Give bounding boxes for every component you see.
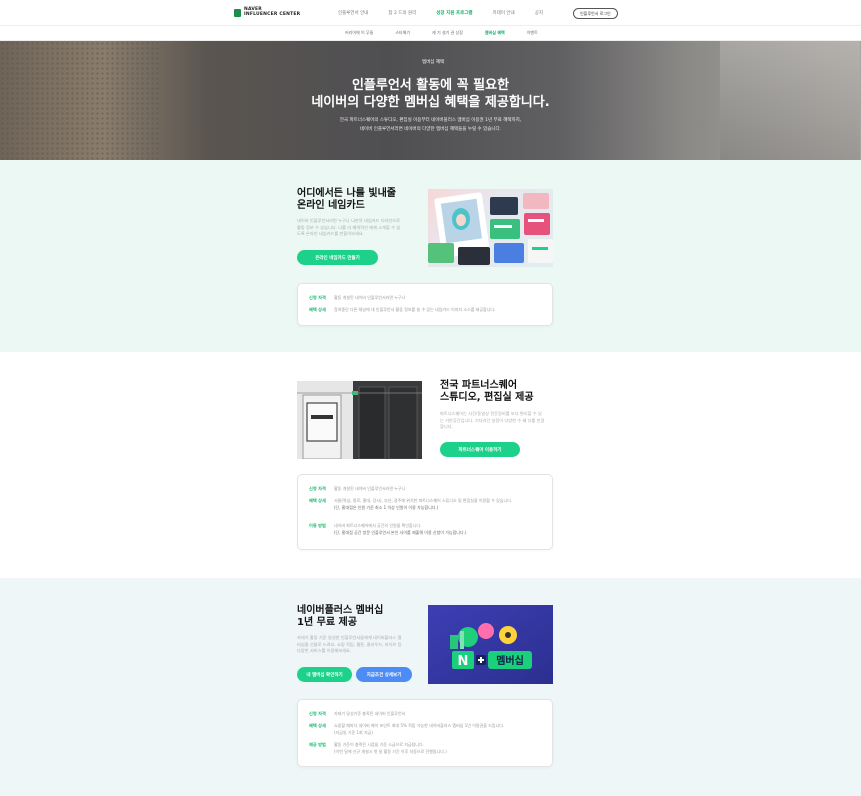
section-description: 카테기 활동 기준 달성한 인플루언서들에게 네이버플러스 멤버십을 선물로 드… [297, 635, 402, 653]
info-value: 서울(역삼, 종로, 홍대, 강서), 부산, 광주에 위치한 파트너스퀘어 스… [334, 498, 539, 511]
name-card-illustration [428, 192, 553, 265]
logo-line-2: INFLUENCER CENTER [244, 11, 301, 17]
membership-banner-text: 멤버십 [496, 654, 524, 667]
membership-banner: N 멤버십 [428, 605, 553, 684]
info-value: 네이버 파트너스퀘어에서 공간의 인원을 확인합니다. (단, 홍대점 공간 방… [334, 523, 539, 536]
menu-item-guide[interactable]: 인플루언서 안내 [338, 10, 368, 16]
info-label: 신청 자격 [309, 295, 326, 300]
create-name-card-button[interactable]: 온라인 네임카드 만들기 [297, 250, 378, 265]
info-row: 신청 자격 카테기 달성기준 충족된 네이버 인플루언서 [309, 711, 539, 718]
section-title: 네이버플러스 멤버십 1년 무료 제공 [297, 605, 383, 629]
hero-banner: 멤버십 혜택 인플루언서 활동에 꼭 필요한 네이버의 다양한 멤버십 혜택을 … [0, 41, 861, 160]
section-title-line-2: 온라인 네임카드 [297, 200, 365, 211]
menu-item-principle[interactable]: 참 2 드의 원리 [388, 10, 416, 16]
subnav-item-event[interactable]: 이벤트 [527, 30, 538, 36]
studio-door-illustration [297, 381, 422, 459]
info-row: 혜택 상세 쇼핑할 때마다 네이버 페이 포인트 최대 5% 적립 가능한 네이… [309, 723, 539, 736]
naver-logo-icon [234, 8, 241, 17]
partner-square-info-box: 신청 자격 활동 개설된 네이버 인플루언서라면 누구나 혜택 상세 서울(역삼… [297, 474, 553, 550]
section-name-card: 어디에서든 나를 빛내줄 온라인 네임카드 네이버 인플루언서라면 누구나 나만… [0, 160, 861, 352]
menu-item-academy[interactable]: 카데미 안내 [493, 10, 515, 16]
info-value-note: (지급일 기준 1회 지급) [334, 729, 373, 735]
info-row: 제공 방법 활동 기준이 충족된 시점을 기준 소급으로 지급됩니다. (이번 … [309, 742, 539, 755]
info-value-main: 서울(역삼, 종로, 홍대, 강서), 부산, 광주에 위치한 파트너스퀘어 스… [334, 498, 513, 503]
info-value-main: 네이버 파트너스퀘어에서 공간의 인원을 확인합니다. [334, 523, 422, 528]
check-membership-button[interactable]: 내 멤버십 확인하기 [297, 667, 352, 682]
info-row: 혜택 상세 참여중인 다른 채널에 내 인플루언서 활동 정보를 쓸 수 있는 … [309, 307, 539, 314]
info-label: 혜택 상세 [309, 307, 326, 312]
hero-title: 인플루언서 활동에 꼭 필요한 네이버의 다양한 멤버십 혜택을 제공합니다. [0, 77, 861, 111]
info-value: 참여중인 다른 채널에 내 인플루언서 활동 정보를 쓸 수 있는 네임카드 이… [334, 307, 496, 312]
info-value: 활동 개설된 네이버 인플루언서라면 누구나 [334, 295, 406, 300]
sub-navigation: 커리어에 이 무들 스타해기 캐 기 설기 권 상장 멤버십 혜택 이벤트 [0, 26, 861, 41]
studio-photo [297, 381, 422, 459]
section-title-line-1: 네이버플러스 멤버십 [297, 605, 384, 616]
info-row: 신청 자격 활동 개설된 네이버 인플루언서라면 누구나 [309, 486, 539, 493]
info-value-main: 활동 기준이 충족된 시점을 기준 소급으로 지급됩니다. [334, 742, 424, 747]
payment-conditions-button[interactable]: 지급조건 상세보기 [356, 667, 412, 682]
hero-desc-line-1: 전국 파트너스퀘어의 스튜디오, 편집실 이용부터 네이버플러스 멤버십 이용권… [339, 118, 522, 123]
info-label: 신청 자격 [309, 711, 326, 716]
info-label: 혜택 상세 [309, 498, 326, 503]
info-value: 활동 개설된 네이버 인플루언서라면 누구나 [334, 486, 406, 491]
section-title-line-1: 어디에서든 나를 빛내줄 [297, 188, 396, 199]
info-value: 활동 기준이 충족된 시점을 기준 소급으로 지급됩니다. (이번 달에 신규 … [334, 742, 539, 755]
login-button[interactable]: 인플루언서 로그인 [573, 8, 618, 19]
hero-desc-line-2: 네이버 인플루언서라면 네이버의 다양한 멤버십 혜택들을 누릴 수 있습니다. [359, 127, 502, 132]
section-title-line-2: 스튜디오, 편집실 제공 [440, 392, 534, 403]
section-description: 파트너스퀘어는 사진/동영상 전문장비를 보다 편리할 수 있는 기반공간입니다… [440, 411, 545, 429]
naver-plus-info-box: 신청 자격 카테기 달성기준 충족된 네이버 인플루언서 혜택 상세 쇼핑할 때… [297, 699, 553, 767]
info-value: 카테기 달성기준 충족된 네이버 인플루언서 [334, 711, 406, 716]
info-row: 혜택 상세 서울(역삼, 종로, 홍대, 강서), 부산, 광주에 위치한 파트… [309, 498, 539, 511]
info-value-note: (이번 달에 신규 개설시 첫 달 활동 기간 이후 자동으로 진행됩니다.) [334, 748, 447, 754]
info-value-note: (단, 홍대점 공간 방문 인플루언서 본인 사이를 제출해 이용 신청이 가능… [334, 529, 467, 535]
info-value: 쇼핑할 때마다 네이버 페이 포인트 최대 5% 적립 가능한 네이버플러스 멤… [334, 723, 539, 736]
name-card-image [428, 189, 553, 267]
info-row: 이용 방법 네이버 파트너스퀘어에서 공간의 인원을 확인합니다. (단, 홍대… [309, 523, 539, 536]
subnav-item-3[interactable]: 캐 기 설기 권 상장 [432, 30, 463, 36]
hero-description: 전국 파트너스퀘어의 스튜디오, 편집실 이용부터 네이버플러스 멤버십 이용권… [0, 116, 861, 134]
section-title: 어디에서든 나를 빛내줄 온라인 네임카드 [297, 188, 396, 212]
info-label: 이용 방법 [309, 523, 326, 528]
name-card-info-box: 신청 자격 활동 개설된 네이버 인플루언서라면 누구나 혜택 상세 참여중인 … [297, 283, 553, 326]
hero-title-line-1: 인플루언서 활동에 꼭 필요한 [351, 78, 510, 93]
use-partner-square-button[interactable]: 파트너스퀘어 이용하기 [440, 442, 520, 457]
hero-badge: 멤버십 혜택 [422, 60, 445, 65]
menu-item-notice[interactable]: 공지 [535, 10, 543, 16]
info-label: 제공 방법 [309, 742, 326, 747]
info-value-main: 쇼핑할 때마다 네이버 페이 포인트 최대 5% 적립 가능한 네이버플러스 멤… [334, 723, 505, 728]
hero-title-line-2: 네이버의 다양한 멤버십 혜택을 제공합니다. [311, 95, 550, 110]
info-label: 혜택 상세 [309, 723, 326, 728]
section-title-line-1: 전국 파트너스퀘어 [440, 380, 518, 391]
svg-text:N: N [458, 654, 469, 669]
info-row: 신청 자격 활동 개설된 네이버 인플루언서라면 누구나 [309, 295, 539, 302]
membership-illustration: N 멤버십 [428, 605, 553, 684]
info-value-note: (단, 홍대점은 인원 기준 최소 1 이상 인원이 이용 가능합니다.) [334, 504, 439, 510]
subnav-item-2[interactable]: 스타해기 [395, 30, 410, 36]
section-partner-square: 전국 파트너스퀘어 스튜디오, 편집실 제공 파트너스퀘어는 사진/동영상 전문… [0, 352, 861, 578]
info-label: 신청 자격 [309, 486, 326, 491]
main-menu: 인플루언서 안내 참 2 드의 원리 성장 지원 프로그램 카데미 안내 공지 [338, 10, 543, 16]
subnav-item-1[interactable]: 커리어에 이 무들 [345, 30, 373, 36]
section-title: 전국 파트너스퀘어 스튜디오, 편집실 제공 [440, 380, 534, 404]
section-title-line-2: 1년 무료 제공 [297, 617, 357, 628]
subnav-item-membership[interactable]: 멤버십 혜택 [485, 30, 505, 36]
menu-item-growth-program[interactable]: 성장 지원 프로그램 [436, 10, 472, 16]
naver-influencer-logo[interactable]: NAVER INFLUENCER CENTER [234, 7, 301, 17]
top-navigation: NAVER INFLUENCER CENTER 인플루언서 안내 참 2 드의 … [0, 0, 861, 26]
section-naver-plus: 네이버플러스 멤버십 1년 무료 제공 카테기 활동 기준 달성한 인플루언서들… [0, 578, 861, 796]
section-description: 네이버 인플루언서라면 누구나 나만의 네임카드 디자인으로 활동 정보 수 있… [297, 218, 401, 236]
